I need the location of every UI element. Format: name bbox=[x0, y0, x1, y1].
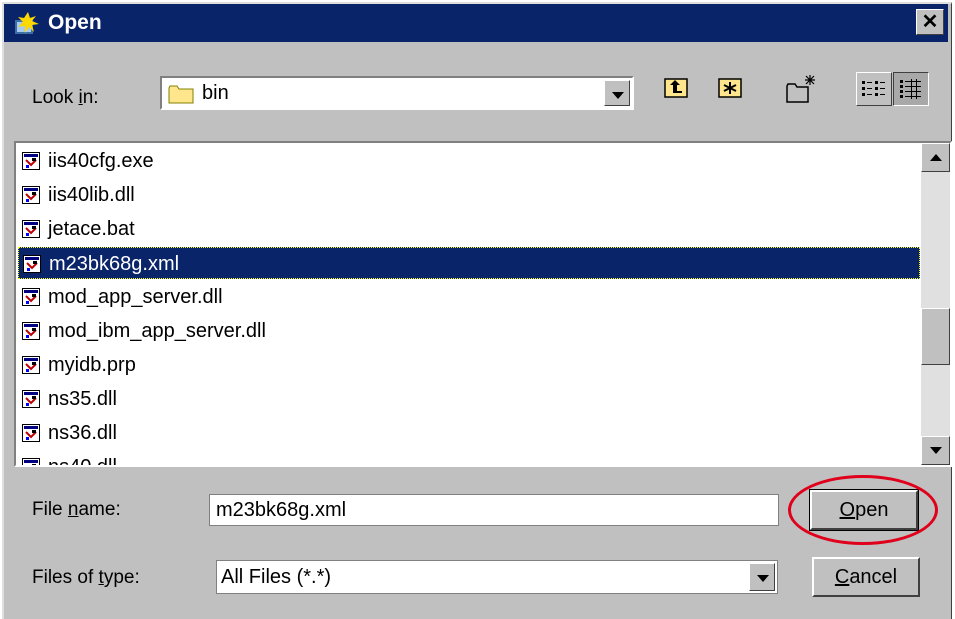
file-name: mod_ibm_app_server.dll bbox=[48, 320, 266, 342]
file-row[interactable]: mod_ibm_app_server.dll bbox=[18, 315, 918, 347]
file-icon bbox=[22, 458, 40, 465]
new-folder-button[interactable] bbox=[784, 72, 818, 106]
close-button[interactable]: ✕ bbox=[916, 9, 944, 35]
home-icon bbox=[718, 78, 742, 98]
file-name-input[interactable]: m23bk68g.xml bbox=[209, 494, 779, 526]
file-row[interactable]: ns36.dll bbox=[18, 417, 918, 449]
folder-icon bbox=[168, 85, 194, 104]
title-bar[interactable]: Open ✕ bbox=[4, 4, 948, 42]
file-icon bbox=[22, 322, 40, 340]
details-view-icon bbox=[900, 79, 921, 99]
scroll-down-button[interactable] bbox=[921, 436, 950, 465]
file-name: iis40lib.dll bbox=[48, 184, 135, 206]
vertical-scrollbar[interactable] bbox=[921, 143, 950, 465]
file-row[interactable]: jetace.bat bbox=[18, 213, 918, 245]
file-name: myidb.prp bbox=[48, 354, 136, 376]
up-one-level-icon bbox=[664, 78, 688, 98]
home-button[interactable] bbox=[714, 72, 748, 106]
file-list[interactable]: iis40cfg.exe iis40lib.dll jetace.bat m23bk6… bbox=[14, 141, 952, 467]
details-view-button[interactable] bbox=[893, 72, 929, 106]
file-row[interactable]: iis40lib.dll bbox=[18, 179, 918, 211]
file-row[interactable]: myidb.prp bbox=[18, 349, 918, 381]
scroll-thumb[interactable] bbox=[921, 308, 950, 365]
file-name: ns35.dll bbox=[48, 388, 117, 410]
file-icon bbox=[22, 390, 40, 408]
file-icon bbox=[22, 220, 40, 238]
close-icon: ✕ bbox=[921, 11, 939, 33]
file-icon bbox=[22, 186, 40, 204]
file-icon bbox=[22, 356, 40, 374]
scroll-up-button[interactable] bbox=[921, 143, 950, 172]
file-name-label: File name: bbox=[32, 499, 121, 520]
file-icon bbox=[22, 152, 40, 170]
list-view-button[interactable] bbox=[856, 72, 892, 106]
new-folder-icon bbox=[786, 75, 815, 103]
highlight-circle bbox=[788, 475, 938, 545]
window-title: Open bbox=[48, 11, 102, 34]
file-type-value: All Files (*.*) bbox=[221, 566, 332, 588]
look-in-combo[interactable]: bin bbox=[160, 76, 634, 110]
file-row[interactable]: iis40cfg.exe bbox=[18, 145, 918, 177]
file-row[interactable]: m23bk68g.xml bbox=[18, 247, 920, 279]
file-name: iis40cfg.exe bbox=[48, 150, 154, 172]
app-icon bbox=[15, 12, 39, 34]
file-name: m23bk68g.xml bbox=[49, 253, 180, 275]
file-row[interactable]: mod_app_server.dll bbox=[18, 281, 918, 313]
file-icon bbox=[22, 288, 40, 306]
file-name: ns40.dll bbox=[48, 456, 117, 467]
file-type-dropdown-button[interactable] bbox=[749, 563, 775, 591]
file-name: ns36.dll bbox=[48, 422, 117, 444]
file-icon bbox=[22, 424, 40, 442]
file-name: mod_app_server.dll bbox=[48, 286, 223, 308]
file-row[interactable]: ns40.dll bbox=[18, 451, 918, 467]
up-one-level-button[interactable] bbox=[660, 72, 694, 106]
cancel-button[interactable]: Cancel bbox=[812, 557, 920, 597]
file-type-label: Files of type: bbox=[32, 567, 140, 588]
file-row[interactable]: ns35.dll bbox=[18, 383, 918, 415]
file-type-combo[interactable]: All Files (*.*) bbox=[216, 560, 778, 594]
look-in-label: Look in: bbox=[32, 87, 99, 108]
look-in-value: bin bbox=[202, 82, 229, 104]
file-name: jetace.bat bbox=[48, 218, 135, 240]
list-view-icon bbox=[862, 81, 885, 96]
look-in-dropdown-button[interactable] bbox=[604, 80, 630, 106]
file-icon bbox=[23, 255, 41, 273]
